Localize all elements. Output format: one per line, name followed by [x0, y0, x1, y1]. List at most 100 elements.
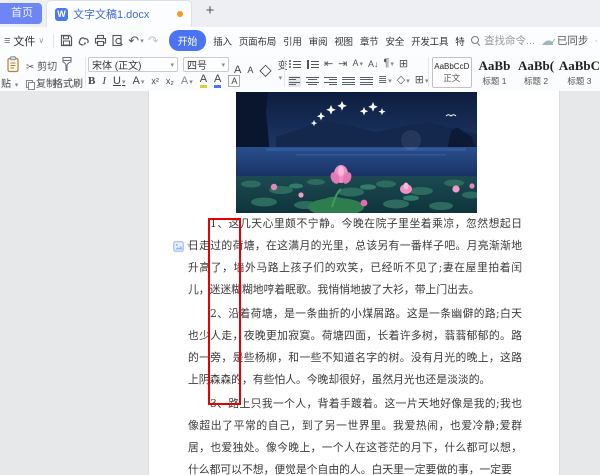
hamburger-icon: ≡: [4, 35, 10, 47]
export-button[interactable]: [75, 32, 92, 50]
shading-button[interactable]: ◇▾: [397, 74, 410, 88]
line-spacing-button[interactable]: ≣▾: [378, 74, 392, 88]
highlight-color-bar: [200, 85, 207, 88]
copy-icon: [26, 80, 34, 88]
numbering-button[interactable]: [306, 59, 319, 70]
char-scale-button[interactable]: A▾: [352, 57, 363, 71]
chevron-down-icon: ∨: [38, 36, 44, 45]
printer-icon: [94, 34, 107, 47]
style-normal[interactable]: AaBbCcD 正文: [432, 57, 472, 88]
divider: [428, 57, 429, 87]
font-color-button[interactable]: A: [214, 74, 221, 88]
copy-button[interactable]: 复制: [26, 75, 56, 90]
ribbon-tab-security[interactable]: 安全: [385, 34, 404, 48]
borders-button[interactable]: ⊞▾: [415, 74, 429, 88]
paragraph-row-1: ⇤ ⇥ A▾ A↓ ¶▾ ⊞: [288, 57, 408, 71]
font-family-select[interactable]: 宋体 (正文) ▾: [88, 57, 178, 72]
align-left-button[interactable]: [288, 76, 301, 87]
bullets-button[interactable]: [288, 59, 301, 70]
lotus-pond-night-image[interactable]: [236, 92, 477, 213]
cut-button[interactable]: ✂ 剪切: [26, 58, 57, 73]
text-tool-button[interactable]: 变▾: [278, 57, 288, 83]
ribbon-tab-section[interactable]: 章节: [360, 34, 379, 48]
underline-button[interactable]: U▾: [113, 75, 125, 87]
ribbon-tab-insert[interactable]: 插入: [213, 34, 232, 48]
subscript-button[interactable]: x₂: [166, 76, 174, 86]
font-format-row: B I U▾ A▾ x² x₂ A▾ A A A: [88, 74, 240, 88]
home-tab[interactable]: 首页: [0, 3, 42, 24]
bold-button[interactable]: B: [88, 75, 95, 87]
divider: [85, 57, 86, 87]
paste-button[interactable]: 贴 ▾: [1, 75, 18, 90]
command-search[interactable]: 查找命令...: [471, 33, 535, 48]
text-effects-button[interactable]: A▾: [181, 75, 193, 87]
search-icon: [471, 36, 480, 45]
new-tab-button[interactable]: +: [200, 2, 220, 19]
document-page[interactable]: ▾ 1、这几天心里颇不宁静。今晚在院子里坐着乘凉，忽然想起日 日走过的荷塘，在这…: [148, 91, 560, 475]
document-tab-title: 文字文稿1.docx: [73, 6, 149, 22]
document-tab[interactable]: W 文字文稿1.docx: [46, 0, 192, 27]
undo-button[interactable]: ↶: [128, 33, 139, 49]
distribute-button[interactable]: [360, 76, 373, 87]
style-heading-1[interactable]: AaBb 标题 1: [476, 57, 514, 88]
file-menu-label: 文件: [13, 33, 35, 49]
ribbon-tab-home[interactable]: 开始: [169, 30, 207, 51]
shrink-font-button[interactable]: A: [247, 65, 253, 75]
font-color-a-button[interactable]: A▾: [132, 75, 144, 87]
ribbon-tab-view[interactable]: 视图: [334, 34, 353, 48]
sync-status[interactable]: ☁✓ 已同步: [541, 33, 589, 48]
redo-button[interactable]: ↷: [148, 33, 159, 49]
text-line: 居，也爱独处。像今晚上，一个人在这苍茫的月下，什么都可以想，: [188, 437, 522, 459]
ribbon-tab-dev-tools[interactable]: 开发工具: [411, 34, 448, 48]
styles-gallery: AaBbCcD 正文 AaBb 标题 1 AaBb( 标题 2 AaBbC 标题…: [432, 54, 600, 91]
print-button[interactable]: [92, 32, 109, 50]
align-right-button[interactable]: [324, 76, 337, 87]
divider: [284, 57, 285, 87]
style-heading-3[interactable]: AaBbC 标题 3: [559, 57, 600, 88]
font-color-bar: [214, 85, 221, 88]
home-ribbon-toolbar: 贴 ▾ ✂ 剪切 复制 格式刷 宋体 (正文) ▾ 四号 ▾ A A ◇ 变▾: [0, 54, 600, 92]
sort-button[interactable]: A↓: [368, 58, 379, 71]
paragraph-3: 3、路上只我一个人，背着手踱着。这一片天地好像是我的;我也 像超出了平常的自己，…: [188, 393, 522, 475]
wps-writer-window: 首页 W 文字文稿1.docx + ≡ 文件 ∨ ↶ ▾ ↷ 开始: [0, 0, 600, 475]
save-button[interactable]: [58, 32, 75, 50]
cloud-sync-icon: ☁✓: [541, 34, 554, 47]
font-group: 宋体 (正文) ▾ 四号 ▾ A A ◇ 变▾ B I U▾ A▾ x² x₂ …: [88, 54, 284, 91]
print-preview-button[interactable]: [109, 32, 126, 50]
wps-writer-icon: W: [55, 8, 68, 21]
sync-status-label: 已同步: [557, 33, 589, 48]
paragraph-row-2: ≣▾ ◇▾ ⊞▾: [288, 74, 428, 88]
italic-button[interactable]: I: [102, 75, 106, 87]
cut-icon: ✂: [26, 62, 34, 73]
decrease-indent-button[interactable]: ⇤: [324, 58, 333, 71]
undo-dropdown-caret[interactable]: ▾: [140, 37, 144, 45]
paste-dropdown-caret[interactable]: ▾: [15, 82, 19, 89]
font-size-tools: A A ◇ 变▾: [234, 57, 288, 83]
clear-format-button[interactable]: ◇: [259, 60, 271, 80]
chevron-down-icon: ▾: [170, 61, 174, 69]
clipboard-group: 贴 ▾ ✂ 剪切 复制 格式刷: [0, 54, 84, 91]
highlight-button[interactable]: A: [200, 74, 207, 88]
chevron-down-icon: ▾: [221, 61, 225, 69]
char-border-button[interactable]: A: [228, 75, 240, 87]
check-icon: ✓: [550, 35, 557, 48]
style-heading-2[interactable]: AaBb( 标题 2: [517, 57, 555, 88]
more-indicator: ·: [594, 35, 598, 47]
export-icon: [77, 34, 90, 47]
format-painter-button[interactable]: 格式刷: [53, 75, 83, 90]
print-preview-icon: [111, 34, 124, 47]
ribbon-tab-references[interactable]: 引用: [283, 34, 302, 48]
font-size-select[interactable]: 四号 ▾: [183, 57, 229, 72]
insert-grid-button[interactable]: ⊞: [399, 58, 408, 71]
format-painter-icon[interactable]: [60, 56, 74, 77]
ribbon-tab-review[interactable]: 审阅: [309, 34, 328, 48]
font-size-value: 四号: [187, 57, 207, 72]
image-anchor-icon: [173, 241, 184, 252]
increase-indent-button[interactable]: ⇥: [338, 58, 347, 71]
show-marks-button[interactable]: ¶▾: [383, 57, 393, 71]
superscript-button[interactable]: x²: [151, 76, 159, 86]
justify-button[interactable]: [342, 76, 355, 87]
align-center-button[interactable]: [306, 76, 319, 87]
file-menu[interactable]: ≡ 文件 ∨: [0, 33, 49, 49]
ribbon-tab-page-layout[interactable]: 页面布局: [239, 34, 276, 48]
